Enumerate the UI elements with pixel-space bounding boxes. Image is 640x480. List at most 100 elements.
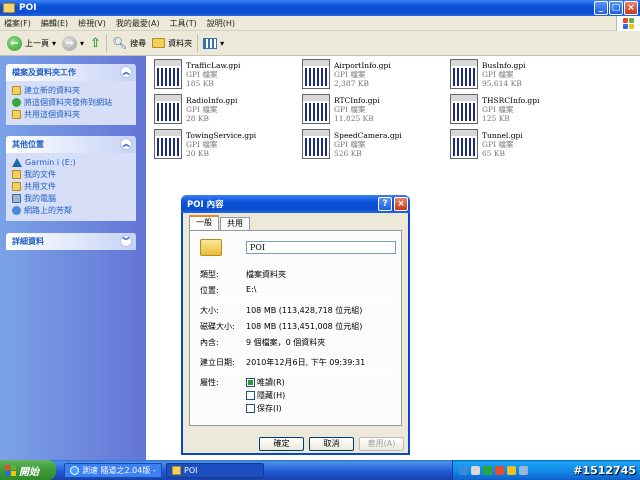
windows-logo-icon (616, 16, 640, 31)
tray-icon[interactable] (495, 465, 504, 475)
archive-checkbox[interactable]: 保存(I) (246, 403, 282, 414)
divider (198, 369, 395, 370)
toolbar-divider (105, 34, 107, 52)
computer-icon (12, 193, 21, 203)
menu-bar: 檔案(F) 編輯(E) 檢視(V) 我的最愛(A) 工具(T) 說明(H) (0, 16, 640, 31)
gpi-file-icon (154, 94, 182, 124)
share-folder-link[interactable]: 共用這個資料夾 (12, 108, 132, 120)
file-item[interactable]: RadioInfo.gpi GPI 檔案 28 KB (150, 94, 300, 128)
help-button[interactable]: ? (378, 197, 392, 211)
folders-button[interactable]: 資料夾 (149, 33, 195, 54)
ie-icon (70, 465, 79, 475)
gpi-file-icon (450, 129, 478, 159)
prop-created: 建立日期: 2010年12月6日, 下午 09:39:31 (200, 358, 366, 367)
gpi-file-icon (302, 94, 330, 124)
close-button[interactable]: × (624, 1, 638, 15)
taskbar-item-browser[interactable]: 測速 隨道之2.04版 -... (64, 462, 162, 478)
properties-dialog: POI 內容 ? × 一般 共用 POI 類型: 檔案資料夾 位置: E:\ 大小:… (181, 195, 410, 455)
dialog-close-button[interactable]: × (394, 197, 408, 211)
chevron-down-icon: ▾ (220, 38, 225, 48)
tab-sharing[interactable]: 共用 (220, 217, 250, 230)
taskbar-item-poi[interactable]: POI (166, 462, 264, 478)
gpi-file-icon (154, 59, 182, 89)
maximize-button[interactable]: □ (609, 1, 623, 15)
file-item[interactable]: AirportInfo.gpi GPI 檔案 2,387 KB (298, 59, 448, 93)
search-icon: 🔍︎ (111, 36, 128, 50)
prop-size-on-disk: 磁碟大小: 108 MB (113,451,008 位元組) (200, 322, 363, 331)
tray-icon[interactable] (471, 465, 480, 475)
chevron-down-icon: ▾ (80, 38, 85, 48)
gpi-file-icon (302, 129, 330, 159)
folder-icon (152, 38, 166, 48)
place-network[interactable]: 網路上的芳鄰 (12, 204, 132, 216)
views-button[interactable]: ▾ (200, 33, 227, 54)
file-item[interactable]: THSRCInfo.gpi GPI 檔案 125 KB (446, 94, 596, 128)
gpi-file-icon (450, 59, 478, 89)
up-folder-icon: ⇧ (90, 35, 101, 51)
attributes-label: 屬性: (200, 378, 219, 387)
ok-button[interactable]: 確定 (259, 437, 304, 451)
expand-icon[interactable]: ︾ (120, 235, 132, 247)
prop-size: 大小: 108 MB (113,428,718 位元組) (200, 306, 363, 315)
share-folder-icon (12, 109, 21, 119)
menu-tools[interactable]: 工具(T) (170, 18, 197, 29)
menu-file[interactable]: 檔案(F) (4, 18, 31, 29)
forward-arrow-icon: → (62, 35, 78, 51)
collapse-icon[interactable]: ︽ (120, 66, 132, 78)
file-item[interactable]: TowingService.gpi GPI 檔案 20 KB (150, 129, 300, 163)
prop-location: 位置: E:\ (200, 285, 257, 295)
menu-favorites[interactable]: 我的最愛(A) (116, 18, 160, 29)
panel-header[interactable]: 檔案及資料夾工作 ︽ (6, 64, 136, 81)
network-icon (12, 205, 21, 215)
collapse-icon[interactable]: ︽ (120, 138, 132, 150)
gpi-file-icon (450, 94, 478, 124)
other-places-panel: 其他位置 ︽ Garmin i (E:) 我的文件 共用文件 我的電腦 網路上的… (6, 136, 136, 221)
back-button[interactable]: ← 上一頁 ▾ (4, 33, 59, 54)
globe-icon (12, 97, 21, 107)
search-button[interactable]: 🔍︎ 搜尋 (109, 33, 149, 54)
drive-icon (12, 157, 22, 167)
title-bar[interactable]: POI _ □ × (0, 0, 640, 16)
cancel-button[interactable]: 取消 (309, 437, 354, 451)
tray-icon[interactable] (459, 465, 468, 475)
hidden-checkbox[interactable]: 隱藏(H) (246, 390, 285, 401)
apply-button[interactable]: 套用(A) (359, 437, 404, 451)
publish-web-link[interactable]: 將這個資料夾發佈到網站 (12, 96, 132, 108)
divider (198, 297, 395, 298)
tray-icon[interactable] (519, 465, 528, 475)
menu-help[interactable]: 說明(H) (207, 18, 235, 29)
file-item[interactable]: TrafficLaw.gpi GPI 檔案 185 KB (150, 59, 300, 93)
task-pane: 檔案及資料夾工作 ︽ 建立新的資料夾 將這個資料夾發佈到網站 共用這個資料夾 其… (0, 56, 146, 460)
file-item[interactable]: BusInfo.gpi GPI 檔案 95,614 KB (446, 59, 596, 93)
dialog-title: POI 內容 (187, 200, 224, 210)
file-item[interactable]: Tunnel.gpi GPI 檔案 65 KB (446, 129, 596, 163)
minimize-button[interactable]: _ (594, 1, 608, 15)
readonly-checkbox[interactable]: 唯讀(R) (246, 377, 285, 388)
file-tasks-panel: 檔案及資料夾工作 ︽ 建立新的資料夾 將這個資料夾發佈到網站 共用這個資料夾 (6, 64, 136, 125)
new-folder-link[interactable]: 建立新的資料夾 (12, 84, 132, 96)
back-arrow-icon: ← (7, 35, 22, 51)
gpi-file-icon (302, 59, 330, 89)
dialog-title-bar[interactable]: POI 內容 ? × (181, 195, 410, 213)
start-button[interactable]: 開始 (0, 460, 56, 480)
general-tab-panel: POI 類型: 檔案資料夾 位置: E:\ 大小: 108 MB (113,428,7… (189, 230, 402, 426)
folder-icon (3, 3, 15, 13)
menu-view[interactable]: 檢視(V) (78, 18, 106, 29)
tab-general[interactable]: 一般 (189, 215, 219, 230)
place-garmin-drive[interactable]: Garmin i (E:) (12, 156, 132, 168)
file-item[interactable]: SpeedCamera.gpi GPI 檔案 526 KB (298, 129, 448, 163)
place-my-documents[interactable]: 我的文件 (12, 168, 132, 180)
toolbar-divider (197, 34, 199, 52)
file-item[interactable]: RTCInfo.gpi GPI 檔案 11,825 KB (298, 94, 448, 128)
tray-icon[interactable] (483, 465, 492, 475)
place-shared-documents[interactable]: 共用文件 (12, 180, 132, 192)
menu-edit[interactable]: 編輯(E) (41, 18, 68, 29)
panel-header[interactable]: 其他位置 ︽ (6, 136, 136, 153)
panel-header[interactable]: 詳細資料 ︾ (6, 233, 136, 250)
dialog-tabs: 一般 共用 (189, 215, 251, 230)
up-folder-button[interactable]: ⇧ (87, 33, 104, 54)
place-my-computer[interactable]: 我的電腦 (12, 192, 132, 204)
forward-button[interactable]: → ▾ (59, 33, 87, 54)
tray-icon[interactable] (507, 465, 516, 475)
folder-name-input[interactable]: POI (246, 241, 396, 254)
